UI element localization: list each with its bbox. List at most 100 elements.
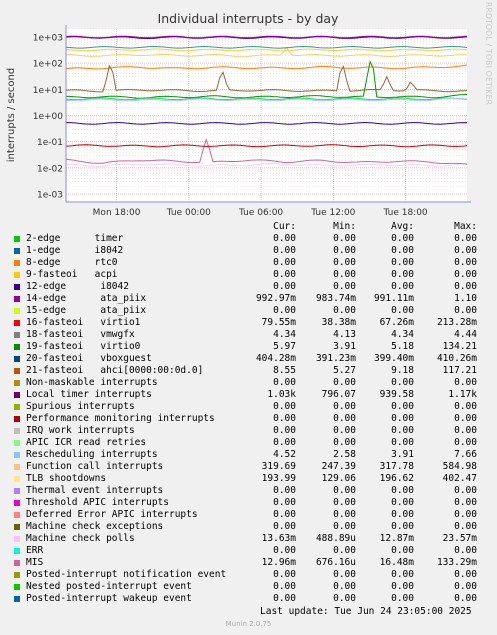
legend-cur-value: 8.55 (273, 365, 296, 376)
legend-row: 16-fasteoi virtio1 79.55m 38.38m 67.26m 213.… (14, 317, 492, 329)
legend-avg-value: 4.34 (391, 329, 414, 340)
legend-cur-value: 4.52 (273, 449, 296, 460)
legend-max-value: 4.44 (454, 329, 477, 340)
legend-row: Thermal event interrupts 0.00 0.00 0.00 0.00 (14, 485, 492, 497)
legend-swatch (14, 404, 20, 410)
legend-min-value: 0.00 (333, 593, 356, 604)
legend-swatch (14, 560, 20, 566)
chart-title: Individual interrupts - by day (158, 11, 340, 26)
legend-label: Local timer interrupts (26, 389, 152, 400)
legend-max-value: 1.17k (448, 389, 477, 400)
legend-label: APIC ICR read retries (26, 437, 147, 448)
legend-cur-value: 5.97 (273, 341, 296, 352)
legend-row: 1-edge i8042 0.00 0.00 0.00 0.00 (14, 245, 492, 257)
legend-cur-value: 0.00 (273, 281, 296, 292)
legend-swatch (14, 428, 20, 434)
legend-swatch (14, 236, 20, 242)
legend-avg-value: 0.00 (391, 413, 414, 424)
legend-swatch (14, 296, 20, 302)
legend-row: Spurious interrupts 0.00 0.00 0.00 0.00 (14, 401, 492, 413)
legend-avg-value: 0.00 (391, 305, 414, 316)
legend-cur-value: 0.00 (273, 485, 296, 496)
legend-label: Posted-interrupt notification event (26, 569, 227, 580)
legend-min-value: 796.07 (321, 389, 356, 400)
header-max: Max: (454, 221, 477, 232)
legend-label: 20-fasteoi vboxguest (26, 353, 152, 364)
legend-max-value: 0.00 (454, 437, 477, 448)
legend-swatch (14, 344, 20, 350)
legend-max-value: 410.26m (436, 353, 477, 364)
legend-max-value: 0.00 (454, 281, 477, 292)
y-tick-label: 1e-03 (37, 191, 63, 201)
legend-row: Posted-interrupt wakeup event 0.00 0.00 0.0… (14, 593, 492, 605)
legend-cur-value: 0.00 (273, 233, 296, 244)
legend-label: TLB shootdowns (26, 473, 107, 484)
legend-row: ERR 0.00 0.00 0.00 0.00 (14, 545, 492, 557)
legend-min-value: 0.00 (333, 485, 356, 496)
legend-cur-value: 404.28m (255, 353, 296, 364)
legend-cur-value: 0.00 (273, 413, 296, 424)
legend-label: ERR (26, 545, 44, 556)
legend-swatch (14, 272, 20, 278)
legend-label: Non-maskable interrupts (26, 377, 158, 388)
legend-avg-value: 0.00 (391, 233, 414, 244)
legend-avg-value: 317.78 (379, 461, 414, 472)
legend-avg-value: 0.00 (391, 257, 414, 268)
legend-cur-value: 0.00 (273, 437, 296, 448)
legend-swatch (14, 464, 20, 470)
legend-max-value: 134.21 (442, 341, 477, 352)
legend-row: 15-edge ata_piix 0.00 0.00 0.00 0.00 (14, 305, 492, 317)
legend-avg-value: 0.00 (391, 545, 414, 556)
legend-row: 12-edge i8042 0.00 0.00 0.00 0.00 (14, 281, 492, 293)
legend-row: Machine check polls 13.63m 488.89u 12.87m 23… (14, 533, 492, 545)
legend-max-value: 23.57m (442, 533, 477, 544)
legend-max-value: 0.00 (454, 413, 477, 424)
legend-min-value: 488.89u (315, 533, 356, 544)
legend-label: 1-edge i8042 (26, 245, 124, 256)
legend-avg-value: 12.87m (379, 533, 414, 544)
legend-max-value: 0.00 (454, 401, 477, 412)
legend-label: IRQ work interrupts (26, 425, 135, 436)
legend-min-value: 0.00 (333, 509, 356, 520)
legend-swatch (14, 260, 20, 266)
legend-min-value: 129.06 (321, 473, 356, 484)
legend-max-value: 0.00 (454, 377, 477, 388)
legend-avg-value: 0.00 (391, 485, 414, 496)
legend-row: MIS 12.96m 676.16u 16.48m 133.29m (14, 557, 492, 569)
legend-max-value: 0.00 (454, 509, 477, 520)
x-tick-label: Tue 00:00 (166, 208, 211, 218)
legend-swatch (14, 320, 20, 326)
legend-min-value: 2.58 (333, 449, 356, 460)
legend-label: Rescheduling interrupts (26, 449, 158, 460)
x-tick-label: Tue 06:00 (238, 208, 283, 218)
legend-row: Rescheduling interrupts 4.52 2.58 3.91 7.66 (14, 449, 492, 461)
legend-swatch (14, 356, 20, 362)
legend-swatch (14, 500, 20, 506)
legend-cur-value: 0.00 (273, 581, 296, 592)
legend-cur-value: 0.00 (273, 569, 296, 580)
legend-min-value: 0.00 (333, 269, 356, 280)
legend-swatch (14, 308, 20, 314)
y-tick-label: 1e-02 (37, 164, 63, 174)
legend-max-value: 7.66 (454, 449, 477, 460)
legend-avg-value: 0.00 (391, 581, 414, 592)
legend-max-value: 213.28m (436, 317, 477, 328)
legend-label: Posted-interrupt wakeup event (26, 593, 192, 604)
legend-max-value: 584.98 (442, 461, 477, 472)
legend-swatch (14, 572, 20, 578)
x-tick-label: Tue 18:00 (382, 208, 427, 218)
legend-min-value: 0.00 (333, 413, 356, 424)
legend-max-value: 0.00 (454, 425, 477, 436)
legend-avg-value: 0.00 (391, 281, 414, 292)
legend-label: Nested posted-interrupt event (26, 581, 192, 592)
legend-max-value: 0.00 (454, 245, 477, 256)
legend-cur-value: 992.97m (255, 293, 296, 304)
legend-swatch (14, 452, 20, 458)
y-tick-label: 1e+00 (33, 112, 64, 122)
legend-avg-value: 399.40m (373, 353, 414, 364)
legend-cur-value: 0.00 (273, 425, 296, 436)
legend-swatch (14, 596, 20, 602)
legend-label: 16-fasteoi virtio1 (26, 317, 141, 328)
legend-min-value: 0.00 (333, 545, 356, 556)
legend-label: 18-fasteoi vmwgfx (26, 329, 135, 340)
